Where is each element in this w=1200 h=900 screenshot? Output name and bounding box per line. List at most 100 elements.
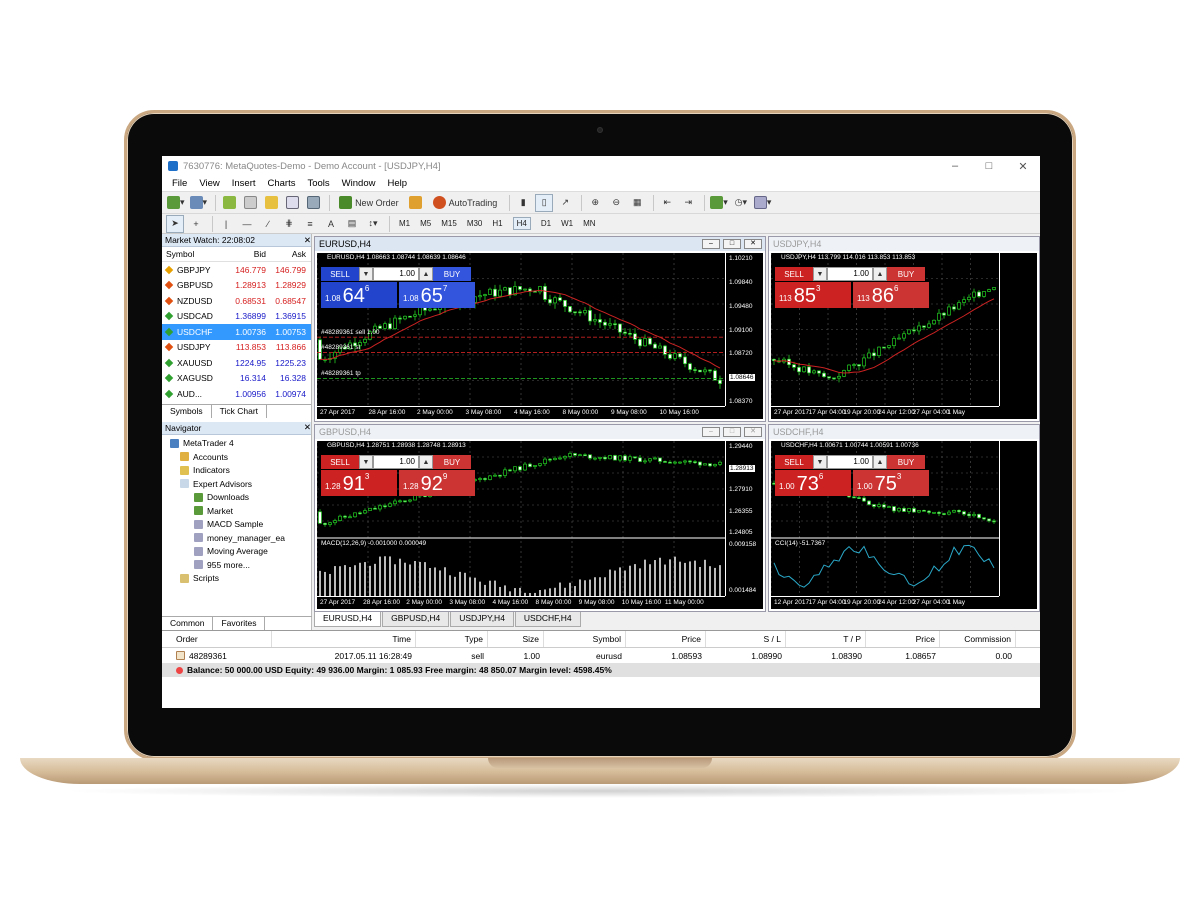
buy-button[interactable]: BUY (887, 267, 925, 281)
tf-h1[interactable]: H1 (492, 219, 502, 228)
tab-symbols[interactable]: Symbols (162, 404, 212, 418)
lot-increase-button[interactable]: ▲ (419, 267, 433, 281)
nav-metatrader4[interactable]: MetaTrader 4 (162, 437, 311, 451)
sell-button[interactable]: SELL (775, 267, 813, 281)
channel-icon[interactable]: ⋕ (280, 215, 298, 233)
lot-increase-button[interactable]: ▲ (873, 267, 887, 281)
indicators-icon[interactable]: ▾ (709, 194, 729, 212)
chart-tab-gbpusd[interactable]: GBPUSD,H4 (382, 612, 450, 627)
menu-help[interactable]: Help (387, 178, 407, 189)
th-size[interactable]: Size (488, 631, 544, 647)
nav-downloads[interactable]: Downloads (162, 491, 311, 505)
market-watch-icon[interactable] (220, 194, 238, 212)
nav-moving-average[interactable]: Moving Average (162, 545, 311, 559)
chart-shift-icon[interactable]: ⇤ (658, 194, 676, 212)
chart-close-icon[interactable]: ✕ (744, 427, 762, 437)
tester-icon[interactable] (304, 194, 322, 212)
nav-market[interactable]: Market (162, 504, 311, 518)
price-chart[interactable]: USDCHF,H4 1.00671 1.00744 1.00591 1.0073… (771, 441, 1037, 609)
autotrading-button[interactable]: AutoTrading (428, 194, 503, 212)
menu-tools[interactable]: Tools (307, 178, 329, 189)
minimize-button[interactable]: – (938, 160, 972, 172)
autoscroll-icon[interactable]: ⇥ (679, 194, 697, 212)
tf-m30[interactable]: M30 (467, 219, 483, 228)
data-window-icon[interactable] (241, 194, 259, 212)
bar-chart-icon[interactable]: ▮ (514, 194, 532, 212)
metaeditor-icon[interactable] (407, 194, 425, 212)
text-icon[interactable]: A (322, 215, 340, 233)
sell-price-button[interactable]: 1.08 64 6 (321, 282, 397, 308)
line-chart-icon[interactable]: ↗ (556, 194, 574, 212)
new-chart-icon[interactable]: ▾ (166, 194, 186, 212)
col-symbol[interactable]: Symbol (162, 249, 224, 259)
lot-decrease-button[interactable]: ▼ (359, 267, 373, 281)
nav-indicators[interactable]: Indicators (162, 464, 311, 478)
price-chart[interactable]: GBPUSD,H4 1.28751 1.28938 1.28748 1.2891… (317, 441, 763, 609)
nav-accounts[interactable]: Accounts (162, 450, 311, 464)
lot-size-input[interactable]: 1.00 (373, 267, 419, 281)
sell-button[interactable]: SELL (321, 455, 359, 469)
navigator-icon[interactable] (262, 194, 280, 212)
order-row[interactable]: 48289361 2017.05.11 16:28:49 sell 1.00 e… (162, 648, 1040, 663)
chart-window-gbpusd[interactable]: GBPUSD,H4 – □ ✕ GBPUSD,H4 1.28751 1.28938 … (314, 424, 766, 612)
menu-charts[interactable]: Charts (268, 178, 296, 189)
lot-decrease-button[interactable]: ▼ (813, 455, 827, 469)
th-current-price[interactable]: Price (866, 631, 940, 647)
lot-decrease-button[interactable]: ▼ (359, 455, 373, 469)
th-time[interactable]: Time (272, 631, 416, 647)
market-watch-row[interactable]: GBPJPY 146.779 146.799 (162, 262, 311, 278)
market-watch-row[interactable]: XAGUSD 16.314 16.328 (162, 371, 311, 387)
buy-button[interactable]: BUY (433, 267, 471, 281)
tab-favorites[interactable]: Favorites (213, 617, 266, 630)
lot-size-input[interactable]: 1.00 (373, 455, 419, 469)
market-watch-row[interactable]: USDCAD 1.36899 1.36915 (162, 309, 311, 325)
market-watch-row[interactable]: USDCHF 1.00736 1.00753 (162, 324, 311, 340)
th-symbol[interactable]: Symbol (544, 631, 626, 647)
tab-common[interactable]: Common (162, 617, 214, 630)
buy-price-button[interactable]: 113 86 6 (853, 282, 929, 308)
chart-close-icon[interactable]: ✕ (744, 239, 762, 249)
col-bid[interactable]: Bid (224, 249, 269, 259)
chart-window-usdjpy[interactable]: USDJPY,H4 USDJPY,H4 113.799 114.016 113.… (768, 236, 1040, 422)
th-tp[interactable]: T / P (786, 631, 866, 647)
sell-price-button[interactable]: 113 85 3 (775, 282, 851, 308)
tf-m5[interactable]: M5 (420, 219, 431, 228)
terminal-icon[interactable] (283, 194, 301, 212)
price-chart[interactable]: EURUSD,H4 1.08663 1.08744 1.08639 1.0864… (317, 253, 763, 419)
buy-button[interactable]: BUY (887, 455, 925, 469)
text-label-icon[interactable]: ▤ (343, 215, 361, 233)
chart-minimize-icon[interactable]: – (702, 427, 720, 437)
chart-minimize-icon[interactable]: – (702, 239, 720, 249)
new-order-button[interactable]: New Order (334, 194, 404, 212)
arrows-icon[interactable]: ↕▾ (364, 215, 382, 233)
th-commission[interactable]: Commission (940, 631, 1016, 647)
sell-button[interactable]: SELL (775, 455, 813, 469)
tf-w1[interactable]: W1 (561, 219, 573, 228)
menu-view[interactable]: View (199, 178, 219, 189)
tab-tick-chart[interactable]: Tick Chart (212, 404, 268, 418)
chart-window-eurusd[interactable]: EURUSD,H4 – □ ✕ EURUSD,H4 1.08663 1.08744 … (314, 236, 766, 422)
tf-mn[interactable]: MN (583, 219, 595, 228)
market-watch-row[interactable]: XAUUSD 1224.95 1225.23 (162, 355, 311, 371)
periods-icon[interactable]: ◷▾ (732, 194, 750, 212)
crosshair-icon[interactable]: + (187, 215, 205, 233)
th-price[interactable]: Price (626, 631, 706, 647)
lot-size-input[interactable]: 1.00 (827, 455, 873, 469)
navigator-close-icon[interactable]: ✕ (304, 422, 311, 433)
col-ask[interactable]: Ask (269, 249, 309, 259)
nav-macd-sample[interactable]: MACD Sample (162, 518, 311, 532)
chart-tab-usdchf[interactable]: USDCHF,H4 (514, 612, 581, 627)
cursor-icon[interactable]: ➤ (166, 214, 184, 233)
lot-size-input[interactable]: 1.00 (827, 267, 873, 281)
market-watch-row[interactable]: NZDUSD 0.68531 0.68547 (162, 293, 311, 309)
buy-price-button[interactable]: 1.08 65 7 (399, 282, 475, 308)
market-watch-row[interactable]: AUD... 1.00956 1.00974 (162, 386, 311, 402)
menu-file[interactable]: File (172, 178, 187, 189)
sell-price-button[interactable]: 1.28 91 3 (321, 470, 397, 496)
vertical-line-icon[interactable]: | (217, 215, 235, 233)
th-type[interactable]: Type (416, 631, 488, 647)
nav-expert-advisors[interactable]: Expert Advisors (162, 477, 311, 491)
chart-tab-eurusd[interactable]: EURUSD,H4 (314, 612, 382, 627)
buy-button[interactable]: BUY (433, 455, 471, 469)
tile-windows-icon[interactable]: ▦ (628, 194, 646, 212)
